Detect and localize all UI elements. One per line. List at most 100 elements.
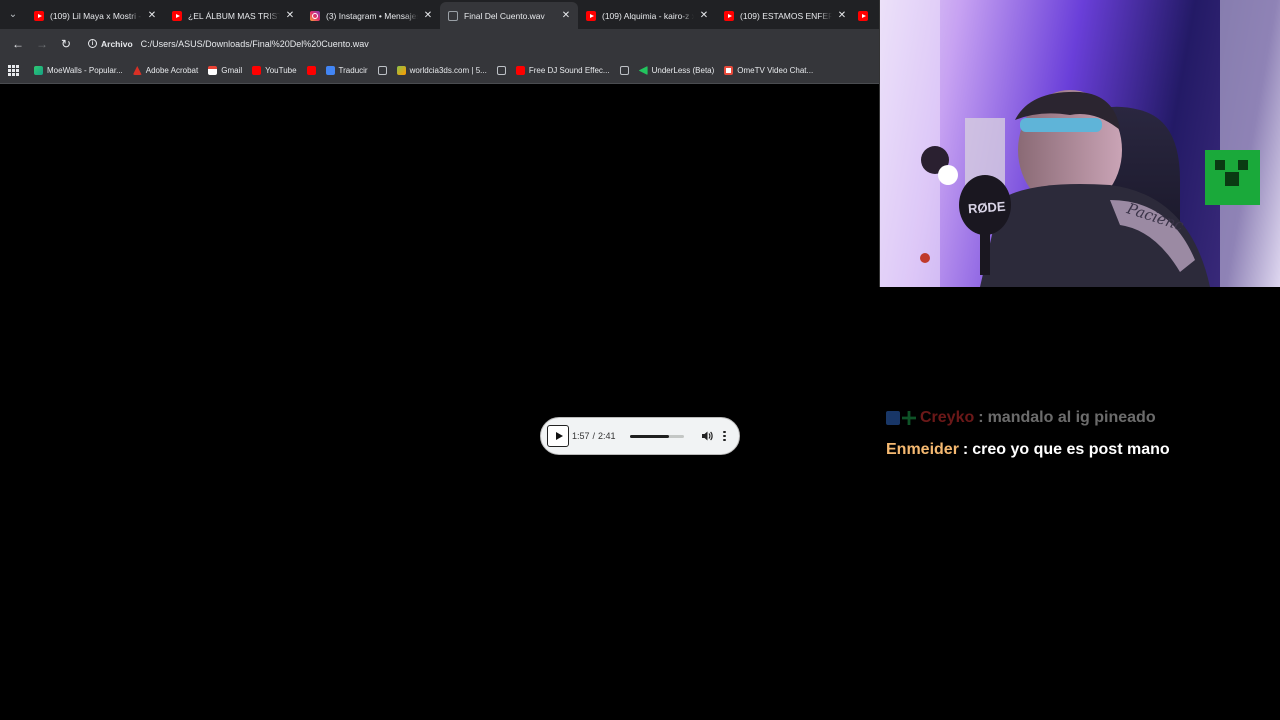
- acrobat-icon: [132, 66, 142, 75]
- bookmark-label: worldcia3ds.com | 5...: [409, 66, 487, 75]
- globe-icon: [619, 66, 629, 75]
- youtube-icon: [172, 10, 182, 21]
- user-badges: [886, 411, 916, 425]
- badge-icon: [886, 411, 900, 425]
- toolbar: ← → ↻ i Archivo C:/Users/ASUS/Downloads/…: [0, 29, 879, 58]
- bookmark-label: Traducir: [338, 66, 368, 75]
- bookmark-label: Gmail: [221, 66, 243, 75]
- duration: 2:41: [598, 431, 616, 441]
- bookmark-label: YouTube: [265, 66, 297, 75]
- bookmark-6[interactable]: [377, 66, 387, 75]
- youtube-icon: [306, 66, 316, 75]
- tab-4[interactable]: (109) Alquimia - kairo-z x ✕: [578, 2, 716, 29]
- bookmark-11[interactable]: UnderLess (Beta): [638, 66, 715, 75]
- tab-title: Final Del Cuento.wav: [464, 10, 545, 21]
- info-icon: i: [88, 39, 97, 48]
- underless-icon: [638, 66, 648, 75]
- chat-overlay: Creyko: mandalo al ig pineado Enmeider: cre…: [886, 407, 1276, 471]
- chat-message: Enmeider: creo yo que es post mano: [886, 439, 1276, 461]
- instagram-icon: [310, 10, 320, 21]
- audio-player[interactable]: 1:57/2:41: [540, 417, 740, 455]
- chat-colon: :: [978, 409, 984, 426]
- chat-text: creo yo que es post mano: [972, 441, 1170, 458]
- youtube-icon: [724, 10, 734, 21]
- bookmark-label: Free DJ Sound Effec...: [528, 66, 610, 75]
- url-text[interactable]: C:/Users/ASUS/Downloads/Final%20Del%20Cu…: [141, 39, 369, 49]
- page-viewport: [0, 84, 879, 720]
- tab-title: ¿EL ÁLBUM MAS TRISTE D: [188, 10, 280, 21]
- tab-title: (3) Instagram • Mensajes: [326, 10, 418, 21]
- bookmark-label: UnderLess (Beta): [651, 66, 715, 75]
- globe-icon: [448, 10, 458, 21]
- bookmark-4[interactable]: [306, 66, 316, 75]
- progress-fill: [629, 434, 669, 438]
- youtube-icon: [34, 10, 44, 21]
- youtube-icon: [858, 10, 868, 21]
- globe-icon: [377, 66, 387, 75]
- youtube-icon: [586, 10, 596, 21]
- youtube-icon: [515, 66, 525, 75]
- globe-icon: [496, 66, 506, 75]
- bookmark-10[interactable]: [619, 66, 629, 75]
- chat-username: Creyko: [920, 409, 975, 426]
- bookmark-3[interactable]: YouTube: [252, 66, 297, 75]
- bookmark-label: Adobe Acrobat: [145, 66, 199, 75]
- tab-title: (109) Alquimia - kairo-z x: [602, 10, 694, 21]
- chat-message: Creyko: mandalo al ig pineado: [886, 407, 1276, 429]
- badge-icon: [902, 411, 916, 425]
- time-separator: /: [592, 431, 596, 441]
- forward-icon[interactable]: →: [30, 32, 54, 56]
- bookmark-1[interactable]: Adobe Acrobat: [132, 66, 199, 75]
- time-display: 1:57/2:41: [572, 431, 616, 441]
- browser-window: ⌄ (109) Lil Maya x Mostri - I ✕ ¿EL ÁLBUM …: [0, 0, 879, 720]
- tab-2[interactable]: (3) Instagram • Mensajes ✕: [302, 2, 440, 29]
- reload-icon[interactable]: ↻: [54, 32, 78, 56]
- tab-title: (109) Lil Maya x Mostri - I: [50, 10, 142, 21]
- bookmarks-bar: MoeWalls - Popular... Adobe Acrobat Gmail Y…: [0, 58, 879, 84]
- chat-colon: :: [962, 441, 969, 458]
- tab-strip: ⌄ (109) Lil Maya x Mostri - I ✕ ¿EL ÁLBUM …: [0, 0, 879, 29]
- mic-brand-label: RØDE: [967, 198, 1007, 217]
- tab-0[interactable]: (109) Lil Maya x Mostri - I ✕: [26, 2, 164, 29]
- tab-5[interactable]: (109) ESTAMOS ENFERMO ✕: [716, 2, 854, 29]
- bookmark-2[interactable]: Gmail: [208, 66, 242, 75]
- close-icon[interactable]: ✕: [560, 10, 572, 21]
- tab-overflow[interactable]: [854, 2, 876, 29]
- close-icon[interactable]: ✕: [836, 10, 848, 21]
- close-icon[interactable]: ✕: [698, 10, 710, 21]
- site-icon: [396, 66, 406, 75]
- progress-slider[interactable]: [629, 434, 684, 438]
- bookmark-0[interactable]: MoeWalls - Popular...: [34, 66, 123, 75]
- tab-title: (109) ESTAMOS ENFERMO: [740, 10, 832, 21]
- apps-grid-icon[interactable]: [6, 64, 20, 78]
- moewalls-icon: [34, 66, 43, 75]
- bookmark-label: OmeTV Video Chat...: [737, 66, 814, 75]
- more-options-icon[interactable]: [722, 430, 728, 442]
- bookmark-8[interactable]: [496, 66, 506, 75]
- chat-text: mandalo al ig pineado: [987, 409, 1156, 426]
- tab-3[interactable]: Final Del Cuento.wav ✕: [440, 2, 578, 29]
- bookmark-7[interactable]: worldcia3ds.com | 5...: [396, 66, 487, 75]
- youtube-icon: [252, 66, 262, 75]
- chat-username: Enmeider: [886, 441, 959, 458]
- site-info-label: Archivo: [101, 38, 133, 49]
- bookmark-5[interactable]: Traducir: [325, 66, 368, 75]
- bookmark-label: MoeWalls - Popular...: [47, 66, 123, 75]
- play-button[interactable]: [547, 425, 569, 447]
- ometv-icon: [724, 66, 734, 75]
- bookmark-12[interactable]: OmeTV Video Chat...: [724, 66, 813, 75]
- current-time: 1:57: [572, 431, 590, 441]
- site-info-chip[interactable]: i Archivo: [84, 39, 141, 49]
- gmail-icon: [208, 66, 218, 75]
- translate-icon: [325, 66, 335, 75]
- webcam-overlay: RØDE Pacienc: [879, 0, 1280, 287]
- close-icon[interactable]: ✕: [422, 10, 434, 21]
- bookmark-9[interactable]: Free DJ Sound Effec...: [515, 66, 610, 75]
- address-bar[interactable]: i Archivo C:/Users/ASUS/Downloads/Final%…: [84, 33, 879, 55]
- back-icon[interactable]: ←: [6, 32, 30, 56]
- tab-1[interactable]: ¿EL ÁLBUM MAS TRISTE D ✕: [164, 2, 302, 29]
- close-icon[interactable]: ✕: [284, 10, 296, 21]
- close-icon[interactable]: ✕: [146, 10, 158, 21]
- volume-icon[interactable]: [701, 430, 713, 442]
- tab-search-icon[interactable]: ⌄: [0, 0, 26, 29]
